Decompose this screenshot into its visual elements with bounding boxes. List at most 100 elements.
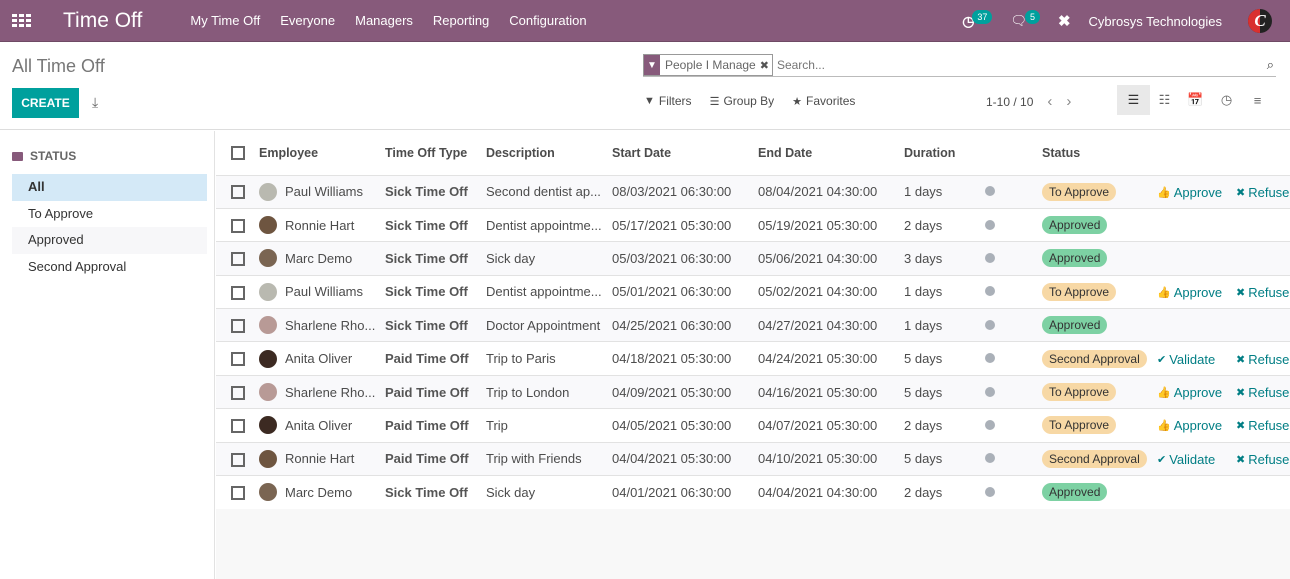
clock-icon: ◷ (1220, 92, 1233, 107)
activity-dot-icon[interactable] (985, 186, 995, 197)
row-checkbox[interactable] (231, 352, 245, 367)
groupby-button[interactable]: ☰ Group By (710, 94, 775, 108)
gantt-view-button[interactable]: ≡ (1241, 85, 1274, 115)
employee-cell: Paul Williams (259, 182, 385, 201)
table-row[interactable]: Anita Oliver Paid Time Off Trip 04/05/2021 … (216, 408, 1290, 443)
favorites-button[interactable]: ★ Favorites (792, 94, 855, 108)
table-row[interactable]: Paul Williams Sick Time Off Dentist appoin… (216, 274, 1290, 309)
employee-name: Sharlene Rho... (285, 317, 376, 333)
employee-cell: Anita Oliver (259, 349, 385, 368)
refuse-button[interactable]: ✖ Refuse (1236, 185, 1289, 200)
table-row[interactable]: Ronnie Hart Sick Time Off Dentist appointm… (216, 207, 1290, 242)
create-button[interactable]: CREATE (12, 88, 79, 118)
activity-dot-icon[interactable] (985, 219, 995, 230)
menu-reporting[interactable]: Reporting (433, 13, 489, 28)
time-off-type: Sick Time Off (385, 241, 486, 276)
activity-menu[interactable]: ◷ 37 (962, 10, 993, 30)
table-row[interactable]: Ronnie Hart Paid Time Off Trip with Friend… (216, 441, 1290, 476)
table-row[interactable]: Marc Demo Sick Time Off Sick day 04/01/2021… (216, 475, 1290, 509)
debug-menu[interactable]: ✖ (1058, 12, 1071, 30)
description: Trip to London (486, 374, 612, 409)
company-switcher[interactable]: Cybrosys Technologies (1089, 14, 1222, 29)
refuse-button[interactable]: ✖ Refuse (1236, 385, 1289, 400)
row-checkbox[interactable] (231, 385, 245, 400)
refuse-button[interactable]: ✖ Refuse (1236, 452, 1289, 467)
app-title[interactable]: Time Off (63, 9, 142, 33)
activity-dot-icon[interactable] (985, 386, 995, 397)
approve-button[interactable]: 👍 Approve (1157, 418, 1222, 433)
page-title: All Time Off (12, 56, 105, 76)
activity-dot-icon[interactable] (985, 286, 995, 297)
row-checkbox[interactable] (231, 185, 245, 200)
column-header-duration[interactable]: Duration (904, 131, 972, 176)
select-all-checkbox[interactable] (231, 146, 245, 161)
start-date: 08/03/2021 06:30:00 (612, 174, 758, 209)
activity-dot-icon[interactable] (985, 453, 995, 464)
filters-button[interactable]: ▼ Filters (644, 94, 692, 108)
menu-my-time-off[interactable]: My Time Off (190, 13, 260, 28)
apps-grid-icon[interactable] (12, 13, 32, 28)
table-row[interactable]: Sharlene Rho... Paid Time Off Trip to Lond… (216, 374, 1290, 409)
row-checkbox[interactable] (231, 419, 245, 434)
search-input[interactable] (776, 58, 1267, 72)
validate-button[interactable]: ✔ Validate (1157, 352, 1215, 367)
sidebar-item-second-approval[interactable]: Second Approval (12, 254, 207, 281)
folder-icon (12, 151, 23, 161)
menu-everyone[interactable]: Everyone (280, 13, 335, 28)
activity-dot-icon[interactable] (985, 353, 995, 364)
sidebar-item-all[interactable]: All (12, 174, 207, 201)
kanban-view-button[interactable]: ☷ (1148, 85, 1181, 115)
refuse-button[interactable]: ✖ Refuse (1236, 418, 1289, 433)
user-avatar[interactable]: C (1248, 9, 1272, 33)
calendar-view-button[interactable]: 📅 (1179, 85, 1212, 115)
column-header-end-date[interactable]: End Date (758, 131, 904, 176)
messages-menu[interactable]: 🗨 5 (1010, 10, 1040, 29)
row-checkbox[interactable] (231, 252, 245, 267)
table-row[interactable]: Paul Williams Sick Time Off Second dentist… (216, 174, 1290, 209)
column-header-start-date[interactable]: Start Date (612, 131, 758, 176)
activity-dot-icon[interactable] (985, 486, 995, 497)
refuse-button[interactable]: ✖ Refuse (1236, 285, 1289, 300)
status-badge: Approved (1042, 216, 1108, 235)
row-checkbox[interactable] (231, 218, 245, 233)
activity-view-button[interactable]: ◷ (1210, 85, 1243, 115)
validate-button[interactable]: ✔ Validate (1157, 452, 1215, 467)
column-header-employee[interactable]: Employee (259, 131, 385, 176)
activity-dot-icon[interactable] (985, 419, 995, 430)
column-header-status[interactable]: Status (1042, 131, 1157, 176)
table-row[interactable]: Anita Oliver Paid Time Off Trip to Paris 04… (216, 341, 1290, 376)
chevron-right-icon[interactable]: › (1066, 93, 1071, 110)
search-icon[interactable]: ⌕ (1267, 57, 1274, 73)
column-header-description[interactable]: Description (486, 131, 612, 176)
menu-configuration[interactable]: Configuration (509, 13, 586, 28)
activity-dot-icon[interactable] (985, 319, 995, 330)
chevron-left-icon[interactable]: ‹ (1047, 93, 1052, 110)
activity-dot-icon[interactable] (985, 252, 995, 263)
approve-button[interactable]: 👍 Approve (1157, 285, 1222, 300)
row-checkbox[interactable] (231, 452, 245, 467)
time-off-type: Paid Time Off (385, 341, 486, 376)
row-checkbox[interactable] (231, 285, 245, 300)
menu-managers[interactable]: Managers (355, 13, 413, 28)
table-row[interactable]: Marc Demo Sick Time Off Sick day 05/03/2021… (216, 241, 1290, 276)
row-checkbox[interactable] (231, 486, 245, 501)
top-navbar: Time Off My Time Off Everyone Managers R… (0, 0, 1290, 42)
pager-value[interactable]: 1-10 / 10 (986, 95, 1033, 109)
table-row[interactable]: Sharlene Rho... Sick Time Off Doctor Appoi… (216, 308, 1290, 342)
gantt-icon: ≡ (1253, 92, 1262, 108)
sidebar-item-approved[interactable]: Approved (12, 227, 207, 254)
facet-remove-icon[interactable]: ✖ (760, 59, 769, 72)
approve-button[interactable]: 👍 Approve (1157, 385, 1222, 400)
description: Sick day (486, 241, 612, 276)
approve-button[interactable]: 👍 Approve (1157, 185, 1222, 200)
list-view-button[interactable]: ☰ (1117, 85, 1150, 115)
end-date: 05/02/2021 04:30:00 (758, 274, 904, 309)
employee-name: Paul Williams (285, 184, 364, 200)
sidebar-item-to-approve[interactable]: To Approve (12, 201, 207, 228)
row-checkbox[interactable] (231, 319, 245, 334)
column-header-type[interactable]: Time Off Type (385, 131, 486, 176)
refuse-button[interactable]: ✖ Refuse (1236, 352, 1289, 367)
refuse-label: Refuse (1248, 451, 1290, 467)
end-date: 05/19/2021 05:30:00 (758, 207, 904, 242)
download-icon[interactable]: ⤓ (92, 94, 98, 111)
